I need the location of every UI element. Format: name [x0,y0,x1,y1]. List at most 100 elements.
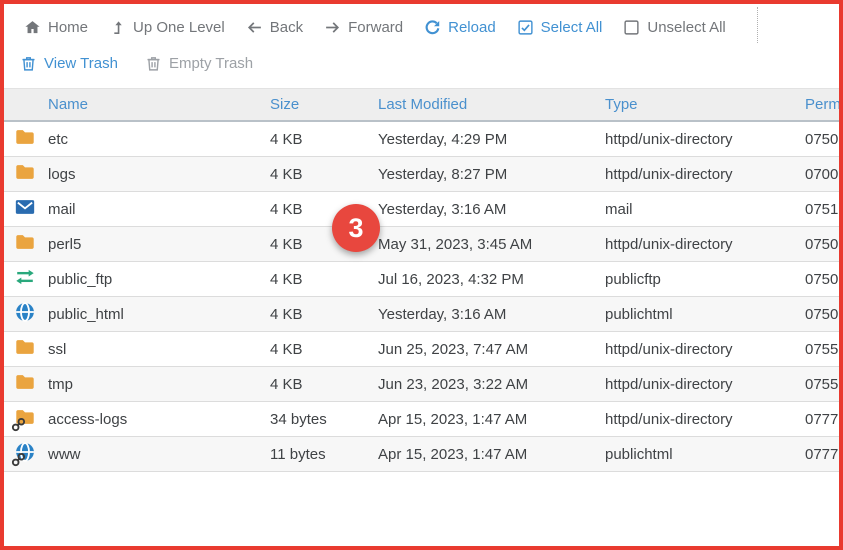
column-header-permissions[interactable]: Permissions [805,96,839,113]
file-modified: Apr 15, 2023, 1:47 AM [378,446,605,463]
file-row-access-logs[interactable]: access-logs34 bytesApr 15, 2023, 1:47 AM… [4,402,839,437]
file-type: httpd/unix-directory [605,376,805,393]
file-row-ssl[interactable]: ssl4 KBJun 25, 2023, 7:47 AMhttpd/unix-d… [4,332,839,367]
file-icon-cell [4,266,48,292]
checkbox-checked-icon [517,19,534,36]
file-row-public_html[interactable]: public_html4 KBYesterday, 3:16 AMpublich… [4,297,839,332]
file-row-mail[interactable]: mail4 KBYesterday, 3:16 AMmail0751 [4,192,839,227]
file-icon-cell [4,406,48,432]
file-size: 34 bytes [270,411,378,428]
table-header: NameSizeLast ModifiedTypePermissions [4,88,839,122]
folder-icon [14,371,36,393]
folder-icon [14,161,36,183]
file-type: publichtml [605,306,805,323]
folder-icon [14,336,36,358]
file-permissions: 0750 [805,131,839,148]
toolbar-button-label: Empty Trash [169,55,253,72]
file-modified: Yesterday, 3:16 AM [378,306,605,323]
toolbar-button-up-one-level[interactable]: Up One Level [109,19,225,36]
file-row-www[interactable]: www11 bytesApr 15, 2023, 1:47 AMpublicht… [4,437,839,472]
file-row-public_ftp[interactable]: public_ftp4 KBJul 16, 2023, 4:32 PMpubli… [4,262,839,297]
file-type: httpd/unix-directory [605,411,805,428]
column-header-type[interactable]: Type [605,96,805,113]
file-icon-cell [4,441,48,467]
toolbar-button-label: Back [270,19,303,36]
link-overlay-icon [11,452,26,467]
file-type: httpd/unix-directory [605,236,805,253]
file-icon-cell [4,126,48,152]
file-row-etc[interactable]: etc4 KBYesterday, 4:29 PMhttpd/unix-dire… [4,122,839,157]
toolbar-button-label: Unselect All [647,19,725,36]
file-name[interactable]: etc [48,131,270,148]
folder-icon [14,231,36,253]
toolbar-button-empty-trash[interactable]: Empty Trash [145,55,253,72]
file-icon-cell [4,371,48,397]
file-table: NameSizeLast ModifiedTypePermissions etc… [4,88,839,472]
mail-icon [14,196,36,218]
file-icon-cell [4,231,48,257]
file-permissions: 0700 [805,166,839,183]
file-modified: Apr 15, 2023, 1:47 AM [378,411,605,428]
file-permissions: 0750 [805,271,839,288]
folder-icon [14,126,36,148]
file-type: httpd/unix-directory [605,131,805,148]
file-name[interactable]: perl5 [48,236,270,253]
arrow-right-icon [324,19,341,36]
toolbar-button-label: Home [48,19,88,36]
toolbar-divider [757,7,758,43]
file-permissions: 0750 [805,236,839,253]
globe-icon [14,301,36,323]
file-name[interactable]: www [48,446,270,463]
file-modified: May 31, 2023, 3:45 AM [378,236,605,253]
file-row-tmp[interactable]: tmp4 KBJun 23, 2023, 3:22 AMhttpd/unix-d… [4,367,839,402]
file-name[interactable]: public_html [48,306,270,323]
toolbar-row-1: Home Up One Level Back Forward Reload Select … [4,9,839,45]
toolbar-button-home[interactable]: Home [24,19,88,36]
link-overlay-icon [11,417,26,432]
toolbar-button-select-all[interactable]: Select All [517,19,603,36]
file-modified: Yesterday, 8:27 PM [378,166,605,183]
file-icon-cell [4,336,48,362]
toolbar-button-label: Select All [541,19,603,36]
toolbar-button-view-trash[interactable]: View Trash [20,55,118,72]
file-size: 11 bytes [270,446,378,463]
file-size: 4 KB [270,306,378,323]
file-modified: Jun 23, 2023, 3:22 AM [378,376,605,393]
home-icon [24,19,41,36]
file-size: 4 KB [270,376,378,393]
toolbar-button-back[interactable]: Back [246,19,303,36]
file-name[interactable]: public_ftp [48,271,270,288]
toolbar-button-forward[interactable]: Forward [324,19,403,36]
toolbar-button-label: Reload [448,19,496,36]
file-modified: Jun 25, 2023, 7:47 AM [378,341,605,358]
column-header-last-modified[interactable]: Last Modified [378,96,605,113]
file-type: publicftp [605,271,805,288]
file-manager-window: Home Up One Level Back Forward Reload Select … [0,0,843,550]
level-up-icon [109,19,126,36]
file-name[interactable]: logs [48,166,270,183]
checkbox-empty-icon [623,19,640,36]
column-header-name[interactable]: Name [48,96,270,113]
toolbar-button-label: Forward [348,19,403,36]
file-name[interactable]: mail [48,201,270,218]
file-size: 4 KB [270,131,378,148]
transfer-icon [14,266,36,288]
arrow-left-icon [246,19,263,36]
file-type: httpd/unix-directory [605,166,805,183]
file-row-perl5[interactable]: perl54 KBMay 31, 2023, 3:45 AMhttpd/unix… [4,227,839,262]
file-name[interactable]: ssl [48,341,270,358]
toolbar-button-label: Up One Level [133,19,225,36]
file-icon-cell [4,196,48,222]
file-name[interactable]: tmp [48,376,270,393]
toolbar-button-unselect-all[interactable]: Unselect All [623,19,725,36]
file-row-logs[interactable]: logs4 KBYesterday, 8:27 PMhttpd/unix-dir… [4,157,839,192]
file-type: httpd/unix-directory [605,341,805,358]
column-header-size[interactable]: Size [270,96,378,113]
toolbar-row-2: View Trash Empty Trash [4,45,839,82]
file-size: 4 KB [270,166,378,183]
file-name[interactable]: access-logs [48,411,270,428]
toolbar-button-reload[interactable]: Reload [424,19,496,36]
trash-icon [145,55,162,72]
toolbar-button-label: View Trash [44,55,118,72]
file-permissions: 0777 [805,446,839,463]
